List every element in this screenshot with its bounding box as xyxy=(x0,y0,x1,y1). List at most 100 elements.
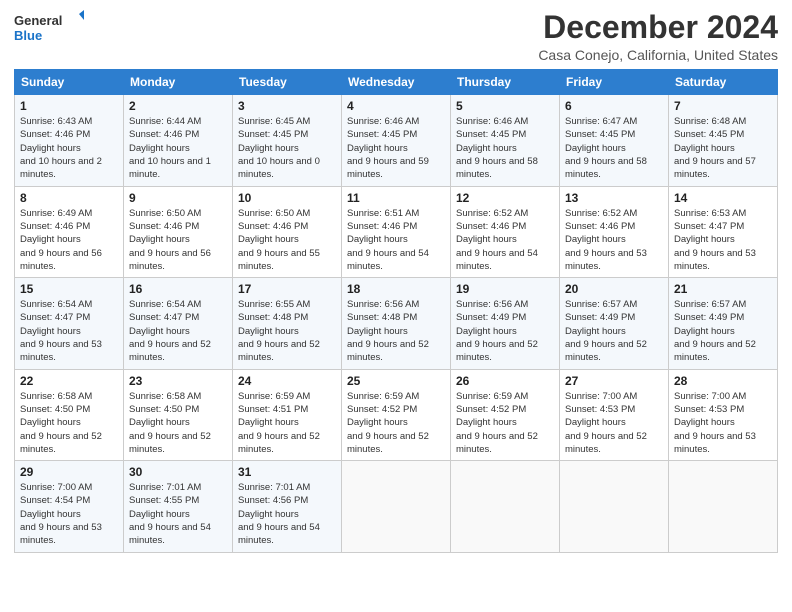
day-detail: Sunrise: 6:59 AMSunset: 4:52 PMDaylight … xyxy=(347,390,445,456)
day-detail: Sunrise: 6:54 AMSunset: 4:47 PMDaylight … xyxy=(20,298,118,364)
calendar-week-row: 22 Sunrise: 6:58 AMSunset: 4:50 PMDaylig… xyxy=(15,369,778,460)
day-number: 2 xyxy=(129,99,227,113)
day-number: 19 xyxy=(456,282,554,296)
calendar-week-row: 29 Sunrise: 7:00 AMSunset: 4:54 PMDaylig… xyxy=(15,461,778,552)
day-detail: Sunrise: 6:52 AMSunset: 4:46 PMDaylight … xyxy=(565,207,663,273)
calendar-day-cell: 21 Sunrise: 6:57 AMSunset: 4:49 PMDaylig… xyxy=(669,278,778,369)
day-detail: Sunrise: 6:56 AMSunset: 4:48 PMDaylight … xyxy=(347,298,445,364)
svg-text:General: General xyxy=(14,13,62,28)
day-number: 3 xyxy=(238,99,336,113)
day-number: 7 xyxy=(674,99,772,113)
calendar-day-cell: 9 Sunrise: 6:50 AMSunset: 4:46 PMDayligh… xyxy=(124,186,233,277)
calendar-day-header: Thursday xyxy=(451,70,560,95)
calendar-day-cell xyxy=(669,461,778,552)
day-detail: Sunrise: 6:59 AMSunset: 4:51 PMDaylight … xyxy=(238,390,336,456)
day-number: 22 xyxy=(20,374,118,388)
calendar-day-cell xyxy=(342,461,451,552)
calendar-week-row: 1 Sunrise: 6:43 AMSunset: 4:46 PMDayligh… xyxy=(15,95,778,186)
day-number: 26 xyxy=(456,374,554,388)
day-number: 1 xyxy=(20,99,118,113)
day-number: 27 xyxy=(565,374,663,388)
calendar-day-cell: 4 Sunrise: 6:46 AMSunset: 4:45 PMDayligh… xyxy=(342,95,451,186)
day-number: 25 xyxy=(347,374,445,388)
calendar-day-cell: 15 Sunrise: 6:54 AMSunset: 4:47 PMDaylig… xyxy=(15,278,124,369)
calendar-day-cell: 7 Sunrise: 6:48 AMSunset: 4:45 PMDayligh… xyxy=(669,95,778,186)
day-number: 28 xyxy=(674,374,772,388)
day-number: 5 xyxy=(456,99,554,113)
calendar-day-cell: 3 Sunrise: 6:45 AMSunset: 4:45 PMDayligh… xyxy=(233,95,342,186)
day-number: 8 xyxy=(20,191,118,205)
calendar-day-cell: 11 Sunrise: 6:51 AMSunset: 4:46 PMDaylig… xyxy=(342,186,451,277)
calendar-day-header: Saturday xyxy=(669,70,778,95)
calendar-day-cell: 1 Sunrise: 6:43 AMSunset: 4:46 PMDayligh… xyxy=(15,95,124,186)
subtitle: Casa Conejo, California, United States xyxy=(538,47,778,63)
calendar-day-cell xyxy=(560,461,669,552)
day-detail: Sunrise: 6:53 AMSunset: 4:47 PMDaylight … xyxy=(674,207,772,273)
day-number: 9 xyxy=(129,191,227,205)
day-detail: Sunrise: 6:48 AMSunset: 4:45 PMDaylight … xyxy=(674,115,772,181)
day-number: 4 xyxy=(347,99,445,113)
day-number: 15 xyxy=(20,282,118,296)
calendar-day-cell: 13 Sunrise: 6:52 AMSunset: 4:46 PMDaylig… xyxy=(560,186,669,277)
day-detail: Sunrise: 7:00 AMSunset: 4:53 PMDaylight … xyxy=(674,390,772,456)
calendar-day-cell: 6 Sunrise: 6:47 AMSunset: 4:45 PMDayligh… xyxy=(560,95,669,186)
calendar-header-row: SundayMondayTuesdayWednesdayThursdayFrid… xyxy=(15,70,778,95)
svg-text:Blue: Blue xyxy=(14,28,42,43)
day-detail: Sunrise: 6:50 AMSunset: 4:46 PMDaylight … xyxy=(238,207,336,273)
calendar-day-cell: 27 Sunrise: 7:00 AMSunset: 4:53 PMDaylig… xyxy=(560,369,669,460)
day-detail: Sunrise: 6:57 AMSunset: 4:49 PMDaylight … xyxy=(565,298,663,364)
calendar-day-header: Tuesday xyxy=(233,70,342,95)
day-detail: Sunrise: 6:50 AMSunset: 4:46 PMDaylight … xyxy=(129,207,227,273)
day-number: 23 xyxy=(129,374,227,388)
header: General Blue December 2024 Casa Conejo, … xyxy=(14,10,778,63)
day-detail: Sunrise: 7:01 AMSunset: 4:56 PMDaylight … xyxy=(238,481,336,547)
calendar-day-cell xyxy=(451,461,560,552)
calendar-day-cell: 2 Sunrise: 6:44 AMSunset: 4:46 PMDayligh… xyxy=(124,95,233,186)
calendar-day-cell: 28 Sunrise: 7:00 AMSunset: 4:53 PMDaylig… xyxy=(669,369,778,460)
calendar-day-header: Wednesday xyxy=(342,70,451,95)
day-detail: Sunrise: 6:51 AMSunset: 4:46 PMDaylight … xyxy=(347,207,445,273)
calendar-day-cell: 14 Sunrise: 6:53 AMSunset: 4:47 PMDaylig… xyxy=(669,186,778,277)
calendar-week-row: 15 Sunrise: 6:54 AMSunset: 4:47 PMDaylig… xyxy=(15,278,778,369)
day-detail: Sunrise: 7:01 AMSunset: 4:55 PMDaylight … xyxy=(129,481,227,547)
calendar-day-cell: 20 Sunrise: 6:57 AMSunset: 4:49 PMDaylig… xyxy=(560,278,669,369)
day-detail: Sunrise: 6:57 AMSunset: 4:49 PMDaylight … xyxy=(674,298,772,364)
calendar-day-cell: 25 Sunrise: 6:59 AMSunset: 4:52 PMDaylig… xyxy=(342,369,451,460)
day-detail: Sunrise: 6:52 AMSunset: 4:46 PMDaylight … xyxy=(456,207,554,273)
calendar-day-cell: 8 Sunrise: 6:49 AMSunset: 4:46 PMDayligh… xyxy=(15,186,124,277)
day-detail: Sunrise: 6:55 AMSunset: 4:48 PMDaylight … xyxy=(238,298,336,364)
calendar-day-cell: 22 Sunrise: 6:58 AMSunset: 4:50 PMDaylig… xyxy=(15,369,124,460)
main-title: December 2024 xyxy=(538,10,778,45)
calendar-week-row: 8 Sunrise: 6:49 AMSunset: 4:46 PMDayligh… xyxy=(15,186,778,277)
day-number: 18 xyxy=(347,282,445,296)
day-number: 14 xyxy=(674,191,772,205)
day-number: 17 xyxy=(238,282,336,296)
day-detail: Sunrise: 6:58 AMSunset: 4:50 PMDaylight … xyxy=(20,390,118,456)
day-detail: Sunrise: 7:00 AMSunset: 4:53 PMDaylight … xyxy=(565,390,663,456)
day-number: 6 xyxy=(565,99,663,113)
calendar-day-cell: 19 Sunrise: 6:56 AMSunset: 4:49 PMDaylig… xyxy=(451,278,560,369)
calendar-day-cell: 10 Sunrise: 6:50 AMSunset: 4:46 PMDaylig… xyxy=(233,186,342,277)
title-block: December 2024 Casa Conejo, California, U… xyxy=(538,10,778,63)
day-number: 24 xyxy=(238,374,336,388)
calendar-day-header: Sunday xyxy=(15,70,124,95)
calendar-day-cell: 31 Sunrise: 7:01 AMSunset: 4:56 PMDaylig… xyxy=(233,461,342,552)
logo: General Blue xyxy=(14,10,84,46)
day-detail: Sunrise: 6:43 AMSunset: 4:46 PMDaylight … xyxy=(20,115,118,181)
day-number: 29 xyxy=(20,465,118,479)
day-detail: Sunrise: 6:45 AMSunset: 4:45 PMDaylight … xyxy=(238,115,336,181)
day-detail: Sunrise: 6:46 AMSunset: 4:45 PMDaylight … xyxy=(456,115,554,181)
day-detail: Sunrise: 6:47 AMSunset: 4:45 PMDaylight … xyxy=(565,115,663,181)
day-detail: Sunrise: 6:44 AMSunset: 4:46 PMDaylight … xyxy=(129,115,227,181)
logo-svg: General Blue xyxy=(14,10,84,46)
day-detail: Sunrise: 6:59 AMSunset: 4:52 PMDaylight … xyxy=(456,390,554,456)
calendar-day-cell: 12 Sunrise: 6:52 AMSunset: 4:46 PMDaylig… xyxy=(451,186,560,277)
day-detail: Sunrise: 6:46 AMSunset: 4:45 PMDaylight … xyxy=(347,115,445,181)
day-number: 12 xyxy=(456,191,554,205)
day-number: 31 xyxy=(238,465,336,479)
day-number: 20 xyxy=(565,282,663,296)
day-number: 13 xyxy=(565,191,663,205)
day-detail: Sunrise: 6:49 AMSunset: 4:46 PMDaylight … xyxy=(20,207,118,273)
calendar-day-cell: 16 Sunrise: 6:54 AMSunset: 4:47 PMDaylig… xyxy=(124,278,233,369)
calendar-day-cell: 18 Sunrise: 6:56 AMSunset: 4:48 PMDaylig… xyxy=(342,278,451,369)
